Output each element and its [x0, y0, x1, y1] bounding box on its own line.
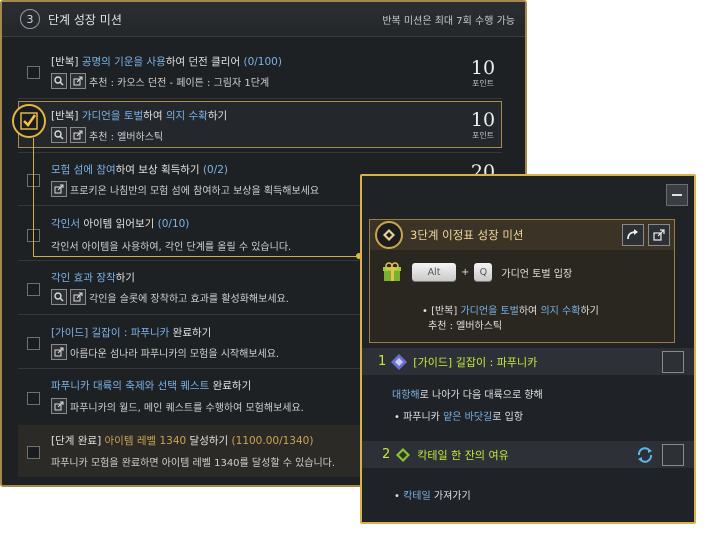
mission-checkbox[interactable]	[27, 283, 40, 296]
mission-title-row: 파푸니카 대륙의 축제와 선택 퀘스트 완료하기	[51, 380, 252, 392]
milestone-title: 3단계 이정표 성장 미션	[410, 228, 524, 242]
return-arrow-button[interactable]	[622, 224, 644, 246]
mission-title-row: [가이드] 길잡이 : 파푸니카 완료하기	[51, 327, 212, 339]
navigator-top-bar	[362, 176, 694, 218]
repeat-note: 반복 미션은 최대 7회 수행 가능	[382, 15, 515, 27]
shortcut-button[interactable]	[648, 224, 670, 246]
connector-line	[33, 256, 359, 257]
points-box: 10 포인트	[470, 109, 496, 140]
section-title: 칵테일 한 잔의 여유	[417, 448, 509, 462]
mission-title: 단계 성장 미션	[48, 12, 122, 27]
mission-sub-row: 추천 : 카오스 던전 - 페이튼 : 그림자 1단계	[51, 73, 269, 89]
search-icon[interactable]	[51, 289, 67, 305]
checked-checkbox-icon[interactable]	[12, 104, 46, 138]
section-header: 1 [가이드] 길잡이 : 파푸니카	[362, 348, 694, 375]
shortcut-icon[interactable]	[70, 127, 86, 143]
mission-sub-row: 아름다운 섬나라 파푸니카의 모험을 시작해보세요.	[51, 344, 279, 360]
minimize-button[interactable]	[666, 184, 688, 206]
mission-title-row: [반복] 공명의 기운을 사용하여 던전 클리어 (0/100)	[51, 56, 282, 68]
mission-checkbox[interactable]	[27, 66, 40, 79]
q-key: Q	[474, 263, 493, 281]
shortcut-icon[interactable]	[70, 73, 86, 89]
gift-box-icon	[382, 262, 402, 282]
compass-button[interactable]	[662, 350, 684, 373]
search-icon[interactable]	[51, 73, 67, 89]
milestone-card: 3단계 이정표 성장 미션 Alt + Q 가디언 토벌 입장 • [반복] 가…	[369, 219, 675, 343]
mission-header: 3 단계 성장 미션 반복 미션은 최대 7회 수행 가능	[2, 2, 525, 37]
guide-section-2: 2 칵테일 한 잔의 여유 • 칵테일 가져가기	[362, 441, 694, 521]
navigator-panel: 3단계 이정표 성장 미션 Alt + Q 가디언 토벌 입장 • [반복] 가…	[360, 174, 696, 524]
mission-checkbox[interactable]	[27, 446, 40, 459]
milestone-line: • [반복] 가디언을 토벌하여 의지 수확하기	[422, 306, 599, 317]
section-header: 2 칵테일 한 잔의 여유	[362, 441, 694, 468]
shortcut-icon[interactable]	[51, 398, 67, 414]
milestone-recommend: 추천 : 엘버하스틱	[428, 321, 503, 332]
guide-line: 대항해로 나아가 다음 대륙으로 향해	[392, 390, 543, 401]
stage-number: 3	[20, 9, 40, 29]
mission-title-row: 모험 섬에 참여하여 보상 획득하기 (0/2)	[51, 164, 229, 176]
guide-line: • 칵테일 가져가기	[394, 491, 471, 502]
shortcut-icon[interactable]	[51, 344, 67, 360]
shortcut-row: Alt + Q 가디언 토벌 입장	[382, 262, 572, 282]
shortcut-icon[interactable]	[70, 289, 86, 305]
mission-sub-row: 파푸니카 모험을 완료하면 아이템 레벨 1340를 달성할 수 있습니다.	[51, 458, 336, 469]
mission-sub-row: 프로키온 나침반의 모험 섬에 참여하고 보상을 획득해보세요	[51, 181, 319, 197]
guide-section-1: 1 [가이드] 길잡이 : 파푸니카 대항해로 나아가 다음 대륙으로 향해 •…	[362, 348, 694, 438]
mission-checkbox[interactable]	[27, 337, 40, 350]
mission-sub-row: 각인을 슬롯에 장착하고 효과를 활성화해보세요.	[51, 289, 289, 305]
points-box: 10 포인트	[470, 57, 496, 88]
guide-line: • 파푸니카 얕은 바닷길로 입항	[394, 412, 524, 423]
leaf-icon	[395, 447, 411, 463]
connector-line	[33, 138, 34, 256]
section-title: [가이드] 길잡이 : 파푸니카	[413, 355, 538, 369]
search-icon[interactable]	[51, 127, 67, 143]
milestone-card-header: 3단계 이정표 성장 미션	[370, 220, 674, 250]
mission-checkbox[interactable]	[27, 392, 40, 405]
mission-title-row: [반복] 가디언을 토벌하여 의지 수확하기	[51, 110, 228, 122]
mission-title-row: 각인 효과 장착하기	[51, 272, 135, 284]
mission-title-row: [단계 완료] 아이템 레벨 1340 달성하기 (1100.00/1340)	[51, 435, 314, 447]
mission-sub-row: 각인서 아이템을 사용하여, 각인 단계를 올릴 수 있습니다.	[51, 242, 292, 253]
mission-title-row: 각인서 아이템 읽어보기 (0/10)	[51, 218, 190, 230]
guide-diamond-icon	[391, 353, 408, 370]
alt-key: Alt	[412, 263, 456, 281]
mission-sub-row: 파푸니카의 월드, 메인 퀘스트를 수행하여 모험해보세요.	[51, 398, 304, 414]
repeat-icon[interactable]	[634, 444, 656, 466]
shortcut-label: 가디언 토벌 입장	[501, 268, 573, 280]
milestone-gem-icon	[375, 221, 403, 249]
compass-button[interactable]	[662, 443, 684, 466]
shortcut-icon[interactable]	[51, 181, 67, 197]
mission-sub-row: 추천 : 엘버하스틱	[51, 127, 163, 143]
